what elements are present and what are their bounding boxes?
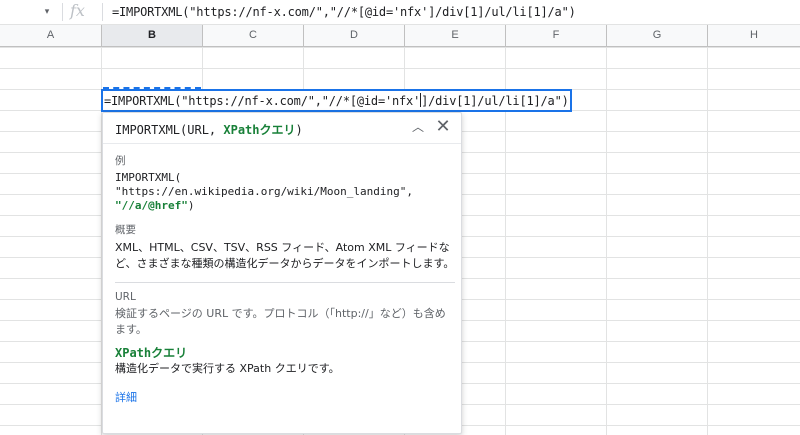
param-url-desc: 検証するページの URL です。プロトコル（「http://」など）も含めます。: [115, 307, 446, 336]
function-help-popup: IMPORTXML(URL, XPathクエリ) ︿ ✕ 例 IMPORTXML…: [102, 112, 462, 434]
column-header-d[interactable]: D: [304, 25, 405, 46]
learn-more-link[interactable]: 詳細: [115, 389, 455, 405]
help-divider: [115, 282, 455, 283]
fx-icon: fx: [70, 1, 85, 20]
summary-label: 概要: [115, 224, 136, 236]
signature-prefix: IMPORTXML(URL,: [115, 123, 224, 137]
close-icon[interactable]: ✕: [433, 117, 453, 137]
signature-active-param: XPathクエリ: [223, 123, 296, 137]
column-header-row: A B C D E F G H: [0, 25, 800, 47]
formula-bar: ▾ fx =IMPORTXML("https://nf-x.com/","//*…: [0, 0, 800, 25]
column-header-b[interactable]: B: [102, 25, 203, 46]
grid-line: [606, 47, 607, 435]
column-header-e[interactable]: E: [405, 25, 506, 46]
example-end: ): [187, 199, 195, 212]
cell-formula-text[interactable]: =IMPORTXML("https://nf-x.com/","//*[@id=…: [104, 93, 569, 108]
example-highlight: "//a/@href": [115, 199, 188, 212]
example-label: 例: [115, 155, 126, 167]
collapse-icon[interactable]: ︿: [409, 118, 427, 136]
example-line-2: "https://en.wikipedia.org/wiki/Moon_land…: [115, 185, 414, 198]
column-header-f[interactable]: F: [506, 25, 607, 46]
formula-bar-divider: [62, 3, 63, 21]
param-xpath-desc: 構造化データで実行する XPath クエリです。: [115, 362, 340, 375]
function-signature: IMPORTXML(URL, XPathクエリ): [115, 121, 303, 138]
name-box-dropdown-icon[interactable]: ▾: [40, 5, 54, 19]
param-xpath-name: XPathクエリ: [115, 346, 188, 360]
summary-text: XML、HTML、CSV、TSV、RSS フィード、Atom XML フィードな…: [115, 241, 455, 270]
cell-text-before-caret: =IMPORTXML("https://nf-x.com/","//*[@id=…: [104, 94, 421, 108]
param-url-name: URL: [115, 291, 136, 303]
formula-bar-divider: [102, 3, 103, 21]
column-header-h[interactable]: H: [708, 25, 800, 46]
cell-text-after-caret: ]/div[1]/ul/li[1]/a"): [421, 94, 569, 108]
column-header-c[interactable]: C: [203, 25, 304, 46]
column-header-g[interactable]: G: [607, 25, 708, 46]
example-line-1: IMPORTXML(: [115, 171, 182, 184]
formula-input[interactable]: =IMPORTXML("https://nf-x.com/","//*[@id=…: [112, 5, 576, 19]
help-header: IMPORTXML(URL, XPathクエリ) ︿ ✕: [103, 113, 461, 144]
help-body: 例 IMPORTXML( "https://en.wikipedia.org/w…: [115, 153, 455, 405]
grid-line: [707, 47, 708, 435]
example-line-3: "//a/@href"): [115, 199, 455, 213]
column-header-a[interactable]: A: [0, 25, 102, 46]
signature-suffix: ): [295, 123, 303, 137]
